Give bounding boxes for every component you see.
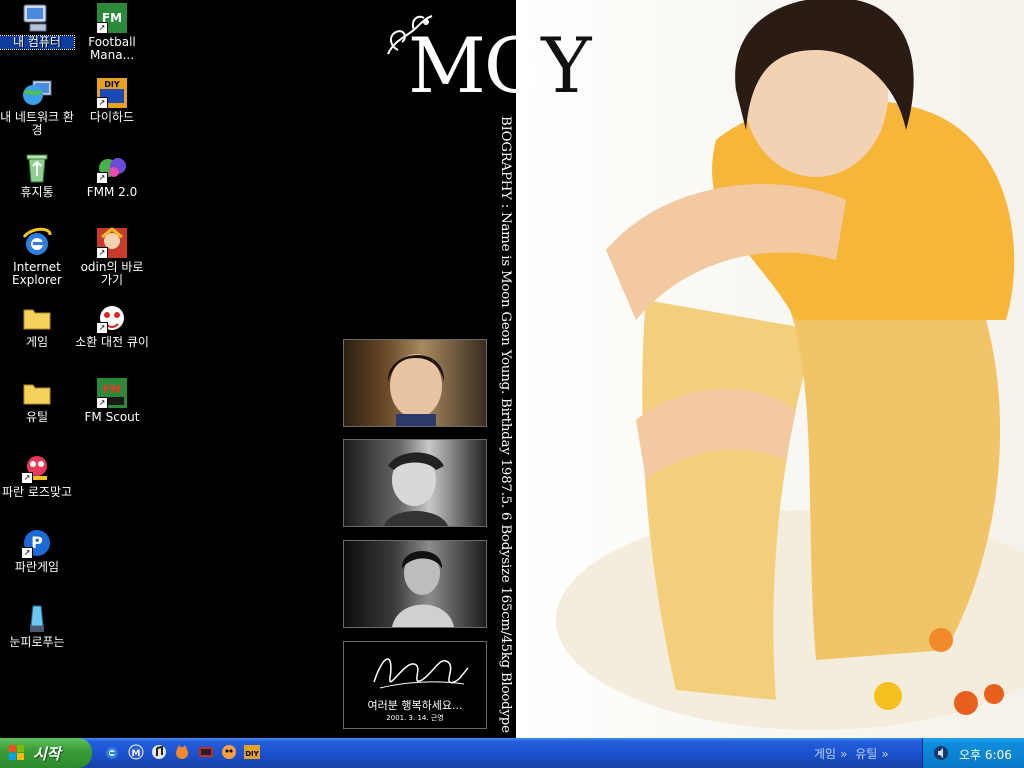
internet-explorer-icon <box>21 227 53 259</box>
paran-game-icon: P ↗ <box>21 527 53 559</box>
folder-icon <box>21 302 53 334</box>
title-letter-y: Y <box>541 21 591 110</box>
messenger-quicklaunch-icon[interactable]: M <box>128 744 144 760</box>
desktop-icon-label: FM Scout <box>84 410 140 424</box>
desktop-icon-games-folder[interactable]: 게임 <box>0 302 74 349</box>
title-letter-m: M <box>408 21 486 110</box>
shortcut-arrow-icon: ↗ <box>96 172 108 184</box>
shortcut-arrow-icon: ↗ <box>21 472 33 484</box>
desktop-icon-fm-scout[interactable]: FM ↗ FM Scout <box>75 377 149 424</box>
media-player-quicklaunch-icon[interactable] <box>151 744 167 760</box>
desktop-icon-network[interactable]: 내 네트워크 환경 <box>0 77 74 136</box>
fox-quicklaunch-icon[interactable] <box>174 744 190 760</box>
desktop-icon-paran-rose[interactable]: ↗ 파란 로즈맞고 <box>0 452 74 499</box>
desktop-icon-label: 다이하드 <box>89 110 135 124</box>
svg-text:DIY: DIY <box>245 750 259 758</box>
desktop-icon-internet-explorer[interactable]: Internet Explorer <box>0 227 74 286</box>
shortcut-arrow-icon: ↗ <box>96 397 108 409</box>
shortcut-arrow-icon: ↗ <box>96 247 108 259</box>
toolbar-utils[interactable]: 유틸 <box>855 747 877 761</box>
desktop-icon-label: 눈피로푸는 <box>9 635 65 649</box>
paran-rose-game-icon: ↗ <box>21 452 53 484</box>
desktop-icon-label: 게임 <box>25 335 49 349</box>
video-quicklaunch-icon[interactable] <box>198 744 214 760</box>
lava-lamp-icon <box>21 602 53 634</box>
desktop-wallpaper: MGY BIOGRAPHY : Name is Moon Geon Young.… <box>0 0 1024 738</box>
desktop-icon-snow-lamp[interactable]: 눈피로푸는 <box>0 602 74 649</box>
recycle-bin-icon <box>21 152 53 184</box>
girl-photo-illustration <box>556 0 1024 730</box>
svg-text:DIY: DIY <box>104 80 120 89</box>
desktop-icon-label: Football Mana... <box>88 35 136 62</box>
shortcut-arrow-icon: ↗ <box>96 97 108 109</box>
computer-icon <box>21 2 53 34</box>
wallpaper-title: MGY <box>408 28 591 104</box>
toolbar-games[interactable]: 게임 <box>814 747 836 761</box>
desktop-icon-label: 유틸 <box>25 410 49 424</box>
desktop-icon-label: odin의 바로 가기 <box>80 260 144 287</box>
desktop-icon-summon[interactable]: ↗ 소환 대전 큐이 <box>75 302 149 349</box>
svg-text:M: M <box>132 749 141 759</box>
folder-icon <box>21 377 53 409</box>
odin-quicklaunch-icon[interactable] <box>221 744 237 760</box>
summon-battle-icon: ↗ <box>96 302 128 334</box>
title-letter-g: G <box>483 21 543 110</box>
odin-game-icon: ↗ <box>96 227 128 259</box>
desktop-toolbars: 게임 » 유틸 » <box>814 745 893 762</box>
autograph-thumbnail: 여러분 행복하세요... 2001. 3. 14. 근영 <box>343 641 487 729</box>
desktop-icon-recycle-bin[interactable]: 휴지통 <box>0 152 74 199</box>
autograph-date: 2001. 3. 14. 근영 <box>386 714 444 722</box>
desktop-icon-odin[interactable]: ↗ odin의 바로 가기 <box>75 227 149 286</box>
desktop-icon-label: 파란게임 <box>14 560 60 574</box>
desktop-icon-utils-folder[interactable]: 유틸 <box>0 377 74 424</box>
desktop-icon-label: 파란 로즈맞고 <box>1 485 73 499</box>
desktop-icon-label: 소환 대전 큐이 <box>75 335 149 349</box>
fmm-icon: ↗ <box>96 152 128 184</box>
start-button[interactable]: 시작 <box>0 738 92 768</box>
desktop-icon-paran-game[interactable]: P ↗ 파란게임 <box>0 527 74 574</box>
start-label: 시작 <box>33 745 61 763</box>
toolbar-games-chevron-icon[interactable]: » <box>840 747 847 761</box>
taskbar: 시작 M DIY 게임 » 유틸 » 오후 6:06 <box>0 738 1024 768</box>
photo-thumbnail-2 <box>343 439 487 527</box>
desktop-icon-label: 내 컴퓨터 <box>0 35 75 50</box>
desktop-icon-label: 내 네트워크 환경 <box>0 110 74 137</box>
desktop-icon-football-manager[interactable]: FM ↗ Football Mana... <box>75 2 149 61</box>
diy-hard-icon: DIY ↗ <box>96 77 128 109</box>
desktop-icon-label: FMM 2.0 <box>86 185 138 199</box>
shortcut-arrow-icon: ↗ <box>21 547 33 559</box>
photo-thumbnail-3 <box>343 540 487 628</box>
desktop-icon-label: 휴지통 <box>20 185 54 199</box>
svg-text:FM: FM <box>103 383 121 396</box>
shortcut-arrow-icon: ↗ <box>96 22 108 34</box>
desktop-icon-fmm[interactable]: ↗ FMM 2.0 <box>75 152 149 199</box>
toolbar-utils-chevron-icon[interactable]: » <box>881 747 888 761</box>
biography-vertical-text: BIOGRAPHY : Name is Moon Geon Young. Bir… <box>498 116 518 736</box>
network-globe-icon <box>21 77 53 109</box>
diy-quicklaunch-icon[interactable]: DIY <box>244 744 260 760</box>
desktop-icon-label: Internet Explorer <box>12 260 62 287</box>
shortcut-arrow-icon: ↗ <box>96 322 108 334</box>
volume-tray-icon[interactable] <box>933 745 949 761</box>
fm-scout-icon: FM ↗ <box>96 377 128 409</box>
biography-text: BIOGRAPHY : Name is Moon Geon Young. Bir… <box>498 116 513 736</box>
clock[interactable]: 오후 6:06 <box>959 746 1012 763</box>
windows-flag-icon <box>9 745 24 760</box>
wallpaper-photo <box>516 0 1024 738</box>
autograph-signature-icon <box>373 658 469 689</box>
photo-thumbnail-1 <box>343 339 487 427</box>
football-manager-icon: FM ↗ <box>96 2 128 34</box>
internet-explorer-quicklaunch-icon[interactable] <box>104 744 120 760</box>
system-tray: 오후 6:06 <box>922 738 1024 768</box>
desktop-icon-diy-hard[interactable]: DIY ↗ 다이하드 <box>75 77 149 124</box>
autograph-message: 여러분 행복하세요... <box>367 699 463 712</box>
desktop-icon-my-computer[interactable]: 내 컴퓨터 <box>0 2 75 50</box>
